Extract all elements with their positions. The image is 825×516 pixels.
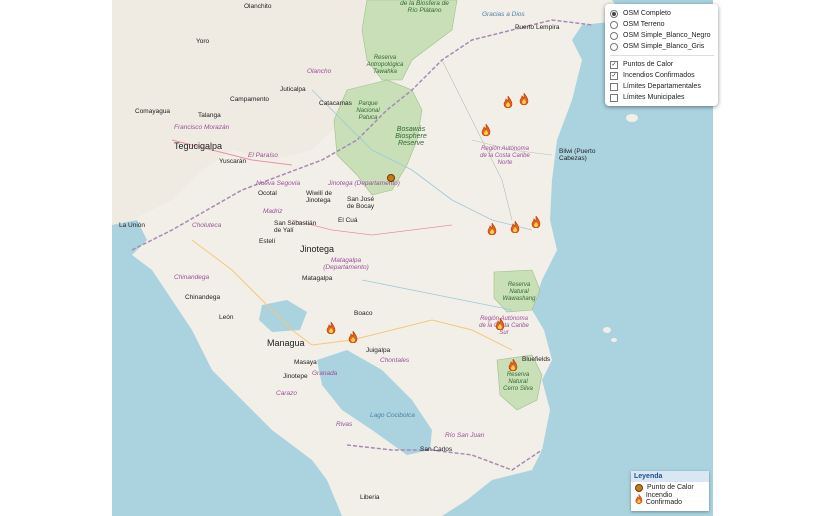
fire-marker[interactable]: [519, 93, 529, 105]
reserve-label: Bosawás Biosphere Reserve: [395, 126, 427, 147]
fire-marker[interactable]: [481, 124, 491, 136]
hotspot-icon: [635, 483, 643, 492]
fire-marker[interactable]: [495, 318, 505, 330]
capital-label: Managua: [267, 338, 305, 348]
island: [603, 327, 611, 333]
city-label: Masaya: [294, 359, 317, 366]
city-label: Juigalpa: [366, 347, 391, 354]
city-label: Liberia: [360, 494, 380, 501]
dept-label: Chinandega: [174, 274, 210, 281]
overlay-option[interactable]: ✓ Incendios Confirmados: [610, 70, 714, 81]
reserve-label: Reserva Natural Wawashang: [502, 282, 536, 302]
capital-label: Tegucigalpa: [174, 141, 223, 151]
separator: [610, 55, 714, 56]
fire-marker[interactable]: [531, 216, 541, 228]
fire-marker[interactable]: [508, 359, 518, 371]
checkbox[interactable]: ✓: [610, 71, 618, 80]
city-label: Boaco: [354, 310, 373, 317]
base-layer-option[interactable]: OSM Simple_Blanco_Negro: [610, 30, 714, 41]
city-label: Juticalpa: [280, 86, 306, 93]
reserve-label: de la Biosfera de Río Plátano: [400, 0, 449, 14]
layer-label: OSM Simple_Blanco_Negro: [623, 32, 711, 39]
layer-label: Incendios Confirmados: [623, 72, 695, 79]
layer-control: OSM Completo OSM Terreno OSM Simple_Blan…: [605, 4, 718, 106]
layer-label: OSM Simple_Blanco_Gris: [623, 43, 705, 50]
region-label: Región Autónoma de la Costa Caribe Norte: [480, 146, 530, 166]
dept-label: Olancho: [307, 68, 332, 75]
city-label: León: [219, 314, 234, 321]
city-label: San Sebastián de Yalí: [274, 220, 317, 234]
city-label: Jinotega: [300, 244, 335, 254]
reserve-label: Parque Nacional Patuca: [356, 101, 380, 121]
base-layer-option[interactable]: OSM Terreno: [610, 19, 714, 30]
checkbox[interactable]: ✓: [610, 60, 618, 69]
city-label: San José de Bocay: [347, 196, 375, 210]
overlay-option[interactable]: Límites Municipales: [610, 92, 714, 103]
radio-button[interactable]: [610, 42, 618, 51]
reserve-label: Reserva Natural Cerro Silva: [503, 372, 533, 392]
dept-label: Francisco Morazán: [174, 124, 230, 131]
radio-button[interactable]: [610, 31, 618, 40]
layer-label: Puntos de Calor: [623, 61, 674, 68]
city-label: La Unión: [119, 222, 146, 229]
base-layer-option[interactable]: OSM Completo: [610, 8, 714, 19]
layer-label: Límites Departamentales: [623, 83, 701, 90]
city-label: Olanchito: [244, 3, 272, 10]
lake-label: Lago Cocibolca: [370, 412, 415, 419]
city-label: Yuscarán: [219, 158, 247, 165]
city-label: Bilwi (Puerto Cabezas): [559, 148, 596, 162]
city-label: Puerto Lempira: [515, 24, 560, 31]
city-label: Comayagua: [135, 108, 171, 115]
fire-marker[interactable]: [510, 221, 520, 233]
fire-icon: [635, 493, 643, 504]
dept-label: Río San Juan: [445, 432, 485, 439]
hotspot-marker[interactable]: [387, 174, 395, 182]
overlay-option[interactable]: Límites Departamentales: [610, 81, 714, 92]
checkbox[interactable]: [610, 82, 618, 91]
dept-label: Madriz: [263, 208, 283, 215]
dept-label: Rivas: [336, 421, 353, 428]
dept-label: Chontales: [380, 357, 410, 364]
radio-button[interactable]: [610, 9, 618, 18]
legend-label: Punto de Calor: [647, 484, 694, 491]
dept-label: Nueva Segovia: [256, 180, 301, 187]
city-label: Talanga: [198, 112, 221, 119]
dept-label: Granada: [312, 370, 338, 377]
reserve-label: Reserva Antropológica Tawahka: [366, 55, 404, 75]
city-label: El Cuá: [338, 217, 358, 224]
city-label: Ocotal: [258, 190, 277, 197]
map-legend: Leyenda Punto de Calor Incendio Confirma…: [631, 471, 709, 511]
fire-marker[interactable]: [348, 331, 358, 343]
dept-label: Carazo: [276, 390, 297, 397]
legend-item-fire: Incendio Confirmado: [631, 491, 709, 506]
island: [626, 114, 638, 122]
dept-label: Choluteca: [192, 222, 222, 229]
base-layer-option[interactable]: OSM Simple_Blanco_Gris: [610, 41, 714, 52]
city-label: Catacamas: [319, 100, 352, 107]
dept-label: Matagalpa (Departamento): [323, 257, 369, 271]
city-label: Bluefields: [522, 356, 551, 363]
overlay-option[interactable]: ✓ Puntos de Calor: [610, 59, 714, 70]
fire-marker[interactable]: [503, 96, 513, 108]
city-label: San Carlos: [420, 446, 453, 453]
dept-label: Gracias a Dios: [482, 11, 525, 18]
city-label: Estelí: [259, 238, 276, 245]
legend-label: Incendio Confirmado: [645, 491, 683, 506]
checkbox[interactable]: [610, 93, 618, 102]
city-label: Yoro: [196, 38, 210, 45]
fire-marker[interactable]: [487, 223, 497, 235]
layer-label: Límites Municipales: [623, 94, 685, 101]
city-label: Chinandega: [185, 294, 221, 301]
layer-label: OSM Terreno: [623, 21, 665, 28]
city-label: Campamento: [230, 96, 270, 103]
city-label: Wiwilí de Jinotega: [306, 190, 333, 204]
fire-marker[interactable]: [326, 322, 336, 334]
layer-label: OSM Completo: [623, 10, 671, 17]
legend-title: Leyenda: [631, 471, 709, 482]
radio-button[interactable]: [610, 20, 618, 29]
dept-label: El Paraíso: [248, 152, 278, 159]
city-label: Jinotepe: [283, 373, 308, 380]
island: [611, 338, 617, 342]
city-label: Matagalpa: [302, 275, 333, 282]
